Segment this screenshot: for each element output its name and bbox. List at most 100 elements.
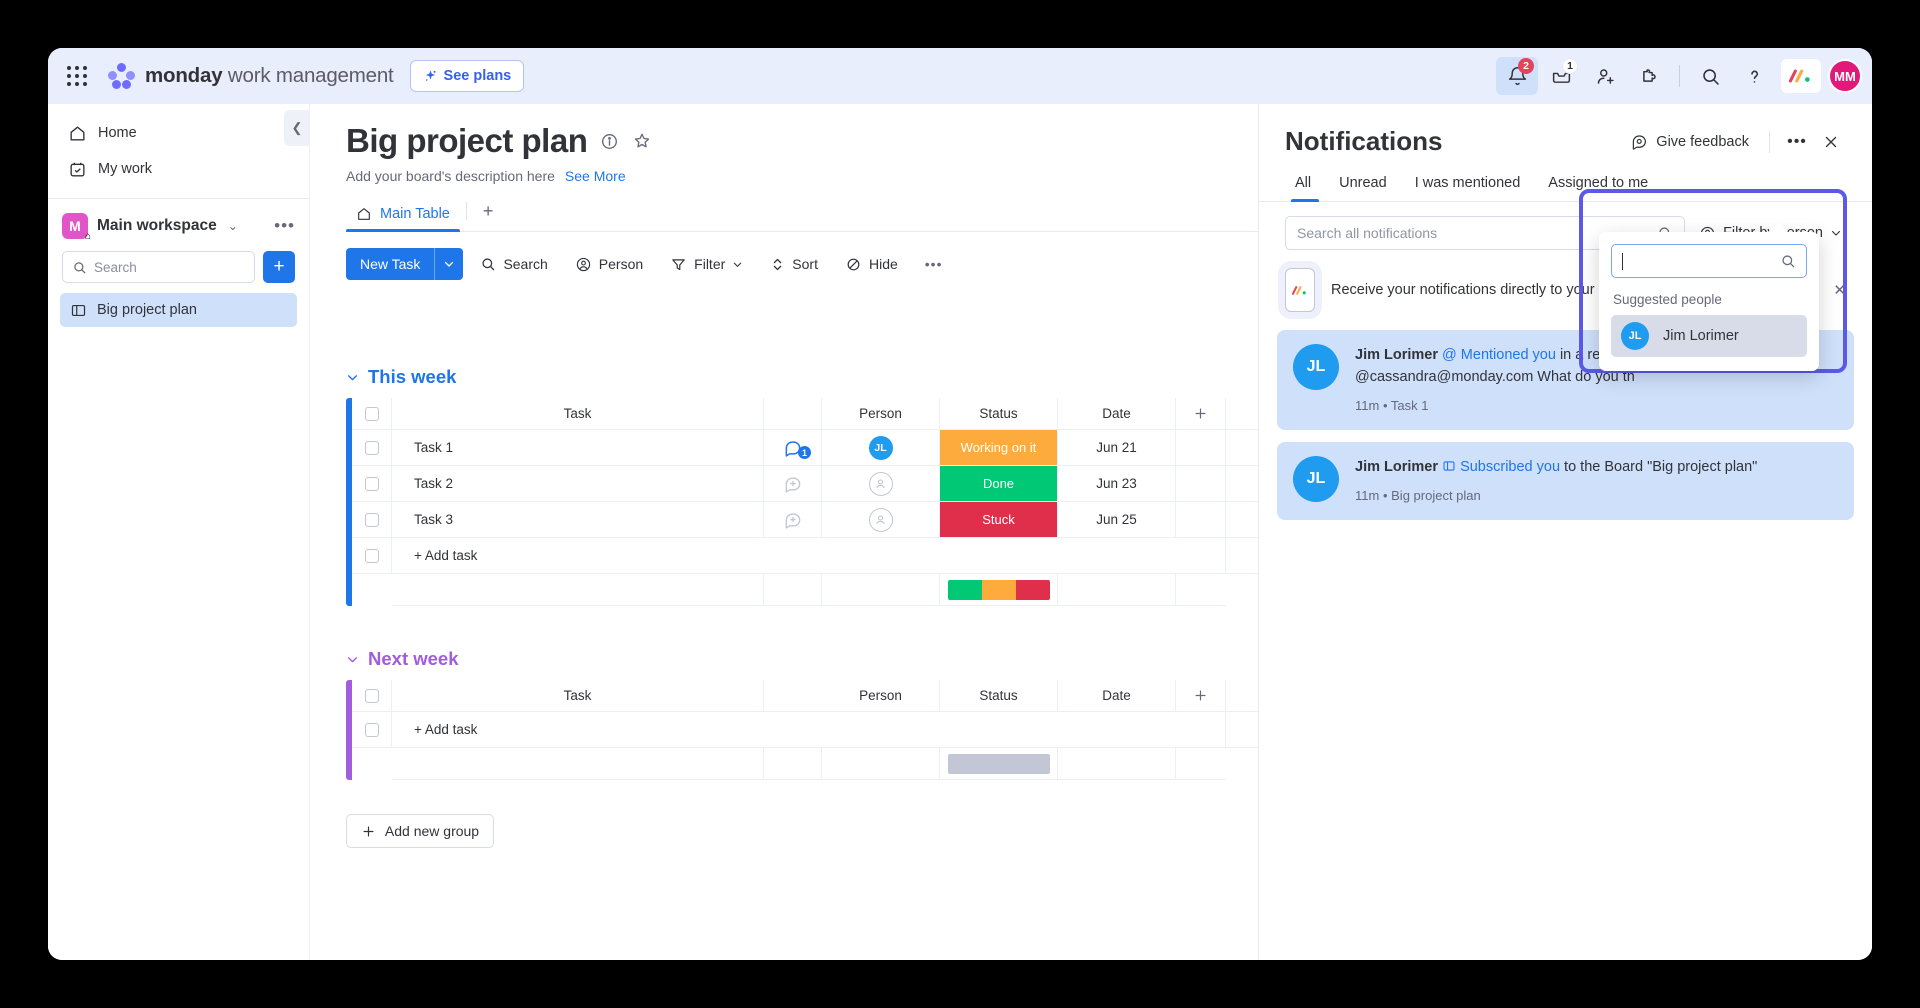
tab-assigned-to-me[interactable]: Assigned to me — [1534, 171, 1662, 201]
table-row[interactable]: Task 3 Stuck — [346, 502, 1258, 538]
table-row[interactable]: Task 2 Done — [346, 466, 1258, 502]
brand-logo[interactable]: monday work management — [108, 63, 394, 89]
cell-date[interactable]: Jun 21 — [1058, 430, 1176, 465]
help-icon[interactable] — [1733, 57, 1775, 95]
cell-task[interactable]: Task 2 — [392, 466, 764, 501]
summary-status-distribution[interactable] — [940, 574, 1058, 606]
see-more-link[interactable]: See More — [565, 168, 626, 184]
row-checkbox[interactable] — [365, 513, 379, 527]
add-board-button[interactable]: + — [263, 251, 295, 283]
column-header-task[interactable]: Task — [392, 680, 764, 711]
tab-i-was-mentioned[interactable]: I was mentioned — [1401, 171, 1535, 201]
chevron-down-icon[interactable]: ⌄ — [228, 219, 238, 233]
column-header-status[interactable]: Status — [940, 398, 1058, 429]
cell-person[interactable] — [822, 502, 940, 537]
column-header-person[interactable]: Person — [822, 680, 940, 711]
table-row[interactable]: Task 1 1 JL Working on it Jun 2 — [346, 430, 1258, 466]
summary-spacer — [1058, 748, 1176, 780]
cell-task[interactable]: Task 3 — [392, 502, 764, 537]
toolbar-hide-button[interactable]: Hide — [835, 248, 908, 280]
promo-close-icon[interactable]: ✕ — [1833, 281, 1846, 299]
inbox-icon[interactable]: 1 — [1540, 57, 1582, 95]
notifications-tabs: All Unread I was mentioned Assigned to m… — [1259, 157, 1872, 202]
tab-main-table[interactable]: Main Table — [346, 200, 460, 231]
sidebar-item-home[interactable]: Home — [58, 116, 299, 150]
bell-icon[interactable]: 2 — [1496, 57, 1538, 95]
my-work-icon — [68, 160, 87, 179]
cell-date[interactable]: Jun 23 — [1058, 466, 1176, 501]
see-plans-button[interactable]: See plans — [410, 60, 525, 92]
cell-conversation[interactable]: 1 — [764, 430, 822, 465]
status-badge: Working on it — [940, 430, 1057, 465]
person-search-input[interactable] — [1611, 244, 1807, 278]
toolbar-sort-button[interactable]: Sort — [760, 248, 828, 280]
puzzle-icon[interactable] — [1628, 57, 1670, 95]
workspace-more-icon[interactable]: ••• — [274, 216, 295, 236]
cell-conversation[interactable] — [764, 466, 822, 501]
sidebar-item-big-project-plan[interactable]: Big project plan — [60, 293, 297, 327]
row-checkbox[interactable] — [365, 549, 379, 563]
add-view-button[interactable]: + — [473, 197, 504, 231]
favorite-star-icon[interactable] — [632, 131, 652, 151]
invite-member-icon[interactable] — [1584, 57, 1626, 95]
column-header-date[interactable]: Date — [1058, 680, 1176, 711]
column-header-tail — [1226, 398, 1258, 429]
conversation-count-badge: 1 — [798, 446, 811, 459]
toolbar-filter-button[interactable]: Filter — [660, 248, 753, 280]
plus-icon — [361, 824, 376, 839]
chevron-down-icon[interactable] — [434, 248, 463, 280]
close-icon[interactable] — [1816, 127, 1846, 157]
cell-conversation[interactable] — [764, 502, 822, 537]
search-input[interactable]: Search — [62, 251, 255, 283]
cell-status[interactable]: Working on it — [940, 430, 1058, 465]
column-header-task[interactable]: Task — [392, 398, 764, 429]
add-task-button[interactable]: + Add task — [392, 712, 764, 747]
select-all-checkbox[interactable] — [365, 689, 379, 703]
add-column-button[interactable] — [1176, 680, 1226, 711]
sidebar-item-my-work[interactable]: My work — [58, 152, 299, 186]
row-checkbox[interactable] — [365, 441, 379, 455]
column-header-date[interactable]: Date — [1058, 398, 1176, 429]
search-icon[interactable] — [1689, 57, 1731, 95]
top-bar: monday work management See plans 2 1 — [48, 48, 1872, 104]
notification-item[interactable]: JL Jim Lorimer Subscribed you to the Boa… — [1277, 442, 1854, 520]
toolbar-person-button[interactable]: Person — [565, 248, 653, 280]
add-task-button[interactable]: + Add task — [392, 538, 764, 573]
summary-status-distribution[interactable] — [940, 748, 1058, 780]
add-task-row[interactable]: + Add task — [346, 712, 1258, 748]
tab-unread[interactable]: Unread — [1325, 171, 1401, 201]
add-column-button[interactable] — [1176, 398, 1226, 429]
group-header[interactable]: This week — [346, 366, 1258, 388]
add-task-row[interactable]: + Add task — [346, 538, 1258, 574]
row-checkbox[interactable] — [365, 477, 379, 491]
toolbar-more-button[interactable]: ••• — [915, 248, 953, 280]
cell-status[interactable]: Stuck — [940, 502, 1058, 537]
collapse-sidebar-icon[interactable]: ❮ — [284, 110, 310, 146]
apps-grid-icon[interactable] — [62, 61, 92, 91]
select-all-checkbox[interactable] — [365, 407, 379, 421]
summary-spacer — [392, 574, 764, 606]
cell-task[interactable]: Task 1 — [392, 430, 764, 465]
notification-actor: Jim Lorimer — [1355, 459, 1438, 475]
workspace-row[interactable]: M ⌂ Main workspace ⌄ ••• — [48, 209, 309, 243]
avatar[interactable]: MM — [1828, 59, 1862, 93]
tab-all[interactable]: All — [1285, 171, 1325, 201]
notifications-more-icon[interactable]: ••• — [1782, 127, 1812, 157]
monday-account-icon[interactable] — [1781, 59, 1821, 93]
toolbar-search-button[interactable]: Search — [470, 248, 557, 280]
cell-person[interactable]: JL — [822, 430, 940, 465]
suggested-person-item[interactable]: JL Jim Lorimer — [1611, 315, 1807, 357]
toolbar-button-label: Person — [599, 256, 643, 272]
group-header[interactable]: Next week — [346, 648, 1258, 670]
row-checkbox[interactable] — [365, 723, 379, 737]
column-header-status[interactable]: Status — [940, 680, 1058, 711]
give-feedback-button[interactable]: Give feedback — [1622, 127, 1757, 157]
cell-status[interactable]: Done — [940, 466, 1058, 501]
notification-body: Jim Lorimer @ Mentioned you in a reply @… — [1355, 344, 1635, 416]
cell-person[interactable] — [822, 466, 940, 501]
add-new-group-button[interactable]: Add new group — [346, 814, 494, 848]
info-icon[interactable] — [600, 132, 619, 151]
new-task-button[interactable]: New Task — [346, 248, 463, 280]
cell-date[interactable]: Jun 25 — [1058, 502, 1176, 537]
column-header-person[interactable]: Person — [822, 398, 940, 429]
